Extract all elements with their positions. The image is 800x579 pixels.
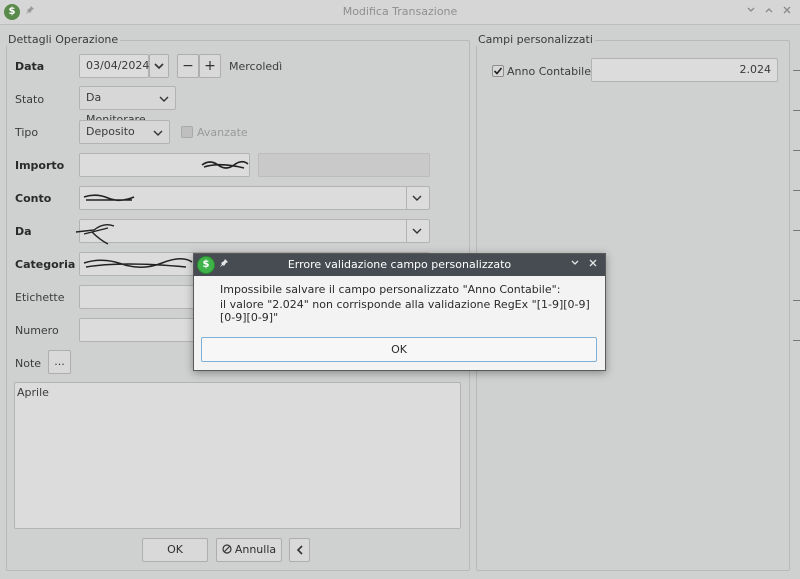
notes-text: Aprile (17, 386, 49, 399)
tipo-value: Deposito (86, 125, 135, 138)
dialog-ok-button[interactable]: OK (201, 337, 597, 362)
edge-tick (793, 70, 800, 71)
date-field[interactable]: 03/04/2024 (79, 54, 149, 78)
custom-fields-title: Campi personalizzati (476, 33, 595, 46)
redacted-scribble (75, 223, 115, 245)
dialog-close-icon[interactable] (585, 257, 601, 273)
chevron-down-icon (412, 228, 422, 234)
chevron-down-icon (154, 63, 164, 70)
minimize-icon[interactable] (743, 4, 759, 20)
notes-textarea[interactable]: Aprile (14, 382, 461, 529)
anno-contabile-label: Anno Contabile (507, 65, 591, 78)
annulla-button[interactable]: Annulla (216, 538, 282, 562)
conto-label: Conto (15, 192, 52, 205)
window-title-bar: $ Modifica Transazione (0, 0, 800, 25)
etichette-label: Etichette (15, 291, 65, 304)
chevron-down-icon (153, 130, 163, 136)
note-label: Note (15, 357, 42, 370)
annulla-label: Annulla (234, 543, 277, 556)
chevron-left-icon (296, 545, 303, 555)
data-label: Data (15, 60, 45, 73)
date-minus-button[interactable]: − (177, 54, 199, 78)
error-dialog-title: Errore validazione campo personalizzato (287, 258, 512, 271)
numero-label: Numero (15, 324, 59, 337)
weekday-label: Mercoledì (229, 60, 283, 73)
edge-tick (793, 190, 800, 191)
da-dropdown-button[interactable] (406, 220, 429, 242)
back-button[interactable] (289, 538, 310, 562)
categoria-label: Categoria (15, 258, 76, 271)
importo-label: Importo (15, 159, 65, 172)
error-dialog: $ Errore validazione campo personalizzat… (193, 253, 606, 371)
date-plus-button[interactable]: + (199, 54, 221, 78)
edge-tick (793, 340, 800, 341)
anno-contabile-checkbox[interactable] (492, 65, 504, 77)
date-dropdown-button[interactable] (149, 54, 169, 78)
conto-select[interactable] (79, 186, 430, 210)
anno-contabile-value: 2.024 (739, 63, 772, 76)
da-label: Da (15, 225, 32, 238)
tipo-select[interactable]: Deposito (79, 120, 170, 144)
edge-tick (793, 110, 800, 111)
importo-field[interactable] (79, 153, 250, 177)
ok-button[interactable]: OK (142, 538, 208, 562)
stato-label: Stato (15, 93, 45, 106)
edge-tick (793, 230, 800, 231)
edge-tick (793, 150, 800, 151)
details-group-title: Dettagli Operazione (6, 33, 121, 46)
edge-tick (793, 300, 800, 301)
close-icon[interactable] (779, 4, 795, 20)
window-title: Modifica Transazione (342, 5, 458, 18)
anno-contabile-field[interactable]: 2.024 (591, 58, 778, 82)
cancel-icon (222, 544, 232, 554)
tipo-label: Tipo (15, 126, 39, 139)
error-dialog-title-bar: $ Errore validazione campo personalizzat… (194, 254, 605, 276)
dialog-minimize-icon[interactable] (567, 257, 583, 273)
avanzate-checkbox[interactable] (181, 126, 193, 138)
error-message-line-2: il valore "2.024" non corrisponde alla v… (220, 298, 590, 324)
chevron-down-icon (159, 96, 169, 102)
error-message-line-1: Impossibile salvare il campo personalizz… (220, 283, 561, 296)
check-icon (493, 67, 503, 75)
note-edit-button[interactable]: ... (48, 350, 71, 374)
chevron-down-icon (412, 195, 422, 201)
redacted-scribble (201, 160, 249, 169)
da-select[interactable] (75, 219, 430, 245)
maximize-icon[interactable] (761, 4, 777, 20)
redacted-scribble (83, 258, 193, 268)
redacted-scribble (83, 194, 135, 202)
avanzate-label: Avanzate (197, 126, 248, 139)
importo-secondary-field (258, 153, 430, 177)
conto-dropdown-button[interactable] (406, 187, 429, 209)
stato-select[interactable]: Da Monitorare (79, 86, 176, 126)
